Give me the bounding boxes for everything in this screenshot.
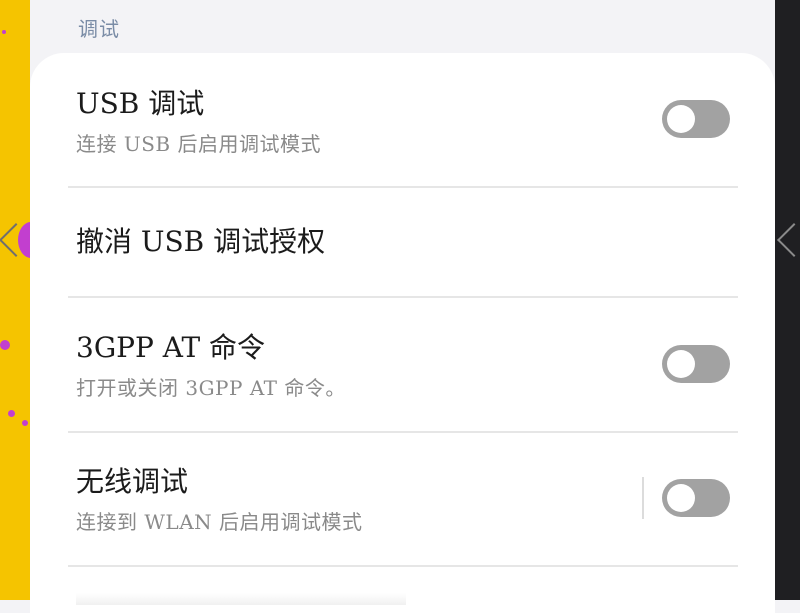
usb-debugging-title: USB 调试	[76, 87, 205, 120]
settings-screen: 调试 USB 调试 连接 USB 后启用调试模式 撤消 USB 调试授权 3GP…	[30, 0, 775, 613]
wallpaper-right-edge	[775, 0, 800, 600]
wallpaper-dot	[2, 30, 6, 34]
wireless-debugging-subtitle: 连接到 WLAN 后启用调试模式	[76, 510, 363, 534]
wallpaper-dot	[22, 420, 28, 426]
revoke-usb-authorization-row[interactable]: 撤消 USB 调试授权	[76, 228, 736, 256]
divider	[68, 296, 738, 298]
wireless-debugging-toggle[interactable]	[662, 479, 730, 517]
wallpaper-dot	[0, 340, 10, 350]
usb-debugging-subtitle: 连接 USB 后启用调试模式	[76, 132, 321, 156]
toggle-separator	[642, 477, 644, 519]
usb-debugging-toggle[interactable]	[662, 100, 730, 138]
revoke-usb-authorization-title: 撤消 USB 调试授权	[76, 225, 326, 258]
3gpp-at-commands-toggle[interactable]	[662, 345, 730, 383]
wallpaper-left-edge	[0, 0, 30, 600]
next-row-partial	[76, 593, 406, 605]
divider	[68, 186, 738, 188]
divider	[68, 565, 738, 567]
wallpaper-dot	[8, 410, 15, 417]
wireless-debugging-row[interactable]: 无线调试 连接到 WLAN 后启用调试模式	[76, 468, 736, 535]
3gpp-at-commands-row[interactable]: 3GPP AT 命令 打开或关闭 3GPP AT 命令。	[76, 334, 736, 401]
settings-card: USB 调试 连接 USB 后启用调试模式 撤消 USB 调试授权 3GPP A…	[30, 53, 775, 613]
wireless-debugging-title: 无线调试	[76, 465, 189, 498]
usb-debugging-row[interactable]: USB 调试 连接 USB 后启用调试模式	[76, 90, 736, 157]
section-header: 调试	[78, 17, 120, 41]
3gpp-at-commands-subtitle: 打开或关闭 3GPP AT 命令。	[76, 376, 346, 400]
toggle-knob	[667, 105, 695, 133]
divider	[68, 431, 738, 433]
toggle-knob	[667, 484, 695, 512]
toggle-knob	[667, 350, 695, 378]
3gpp-at-commands-title: 3GPP AT 命令	[76, 331, 266, 364]
